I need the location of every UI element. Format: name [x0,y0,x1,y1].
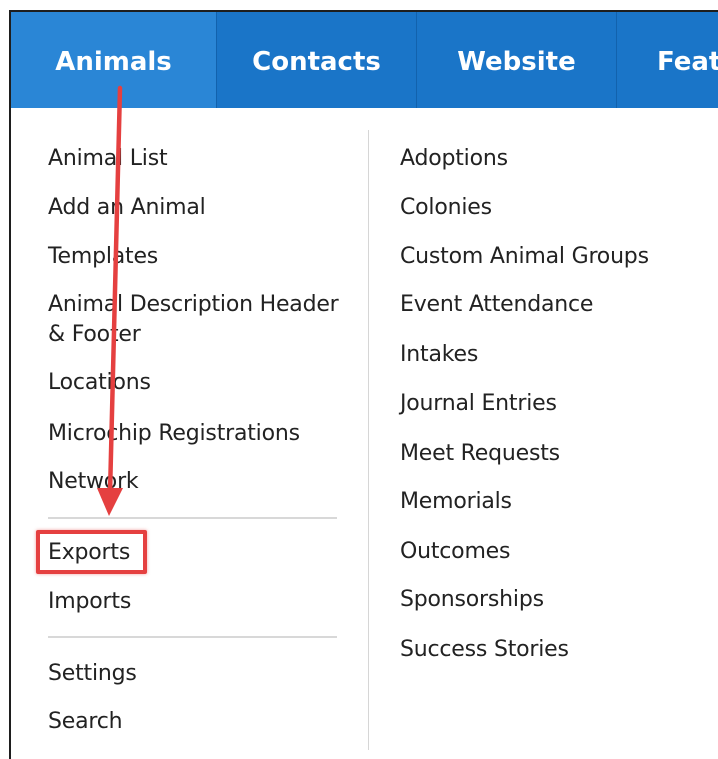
menu-item-event-attendance[interactable]: Event Attendance [400,292,593,317]
column-divider [368,130,369,750]
menu-item-meet-requests[interactable]: Meet Requests [400,441,560,466]
menu-item-success-stories[interactable]: Success Stories [400,637,569,662]
main-navbar: Animals Contacts Website Feat [11,12,718,109]
animals-dropdown-menu: Animal List Add an Animal Templates Anim… [11,108,718,759]
menu-item-locations[interactable]: Locations [48,370,151,395]
menu-item-search[interactable]: Search [48,709,123,734]
menu-item-memorials[interactable]: Memorials [400,489,512,514]
nav-tab-animals[interactable]: Animals [11,12,217,108]
nav-tab-features[interactable]: Feat [617,12,718,108]
menu-item-templates[interactable]: Templates [48,244,158,269]
menu-item-colonies[interactable]: Colonies [400,195,492,220]
menu-separator [48,517,337,519]
menu-item-adoptions[interactable]: Adoptions [400,146,508,171]
menu-item-network[interactable]: Network [48,469,139,494]
menu-item-imports[interactable]: Imports [48,589,131,614]
menu-item-microchip-registrations[interactable]: Microchip Registrations [48,421,300,446]
menu-item-add-an-animal[interactable]: Add an Animal [48,195,206,220]
screenshot-frame: i c Animals Contacts Website Feat Animal… [0,0,718,759]
menu-separator [48,636,337,638]
menu-item-outcomes[interactable]: Outcomes [400,539,510,564]
menu-item-sponsorships[interactable]: Sponsorships [400,587,544,612]
menu-item-journal-entries[interactable]: Journal Entries [400,391,557,416]
menu-item-animal-list[interactable]: Animal List [48,146,168,171]
nav-tab-website[interactable]: Website [417,12,617,108]
menu-item-custom-animal-groups[interactable]: Custom Animal Groups [400,244,649,269]
menu-item-animal-description-header-footer[interactable]: Animal Description Header & Footer [48,290,348,350]
menu-item-settings[interactable]: Settings [48,661,137,686]
nav-tab-contacts[interactable]: Contacts [217,12,417,108]
exports-highlight-box [36,530,147,574]
menu-item-intakes[interactable]: Intakes [400,342,478,367]
